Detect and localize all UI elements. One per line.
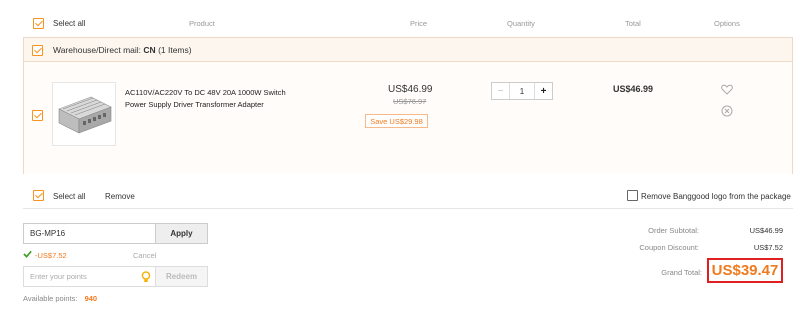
select-all-label-top: Select all	[53, 19, 86, 28]
quantity-decrease-button[interactable]: −	[492, 83, 510, 99]
column-header-product: Product	[189, 19, 215, 28]
available-points-value: 940	[84, 294, 98, 303]
grand-total-label: Grand Total:	[661, 268, 702, 277]
column-header-total: Total	[625, 19, 641, 28]
warehouse-label: Warehouse/Direct mail: CN (1 Items)	[53, 45, 192, 55]
heart-icon[interactable]	[721, 84, 733, 97]
divider	[23, 208, 793, 209]
item-old-price: US$76.97	[393, 97, 427, 106]
save-badge: Save US$29.98	[365, 114, 428, 128]
item-total: US$46.99	[613, 84, 654, 94]
column-header-options: Options	[714, 19, 740, 28]
warehouse-group: Warehouse/Direct mail: CN (1 Items) AC11…	[23, 37, 793, 174]
quantity-value[interactable]: 1	[510, 83, 534, 99]
quantity-increase-button[interactable]: +	[534, 83, 552, 99]
column-header-price: Price	[410, 19, 428, 28]
warehouse-item-count: (1 Items)	[158, 45, 192, 55]
power-supply-image	[58, 96, 112, 134]
coupon-discount-label: Coupon Discount:	[639, 243, 699, 252]
remove-logo-checkbox[interactable]	[627, 190, 638, 201]
coupon-code-input[interactable]: BG-MP16	[23, 223, 156, 244]
warehouse-checkbox[interactable]	[32, 45, 43, 56]
order-subtotal-label: Order Subtotal:	[648, 226, 699, 235]
cancel-coupon-link[interactable]: Cancel	[133, 251, 156, 260]
coupon-discount-value: US$7.52	[753, 243, 783, 252]
remove-item-icon[interactable]	[721, 105, 733, 119]
order-subtotal-value: US$46.99	[749, 226, 783, 235]
select-all-label-bottom: Select all	[53, 192, 86, 201]
remove-selected-link[interactable]: Remove	[105, 192, 135, 201]
warehouse-country: CN	[143, 45, 156, 55]
remove-logo-label: Remove Banggood logo from the package	[641, 192, 791, 201]
lightbulb-icon	[141, 271, 151, 285]
product-image[interactable]	[52, 82, 116, 146]
grand-total-value: US$39.47	[707, 258, 783, 283]
check-icon	[23, 250, 32, 260]
cart-item-row: AC110V/AC220V To DC 48V 20A 1000W Switch…	[24, 62, 792, 174]
select-all-checkbox-top[interactable]	[33, 18, 44, 29]
points-input[interactable]: Enter your points	[23, 266, 156, 287]
item-price: US$46.99	[388, 84, 433, 95]
available-points: Available points: 940	[23, 294, 98, 303]
select-all-checkbox-bottom[interactable]	[33, 190, 44, 201]
quantity-stepper: − 1 +	[491, 82, 553, 100]
coupon-discount-applied: -US$7.52	[35, 251, 67, 260]
product-name[interactable]: AC110V/AC220V To DC 48V 20A 1000W Switch…	[125, 87, 286, 111]
redeem-button[interactable]: Redeem	[156, 266, 208, 287]
item-checkbox[interactable]	[32, 110, 43, 121]
column-header-quantity: Quantity	[507, 19, 535, 28]
apply-coupon-button[interactable]: Apply	[156, 223, 208, 244]
warehouse-header: Warehouse/Direct mail: CN (1 Items)	[24, 38, 792, 62]
